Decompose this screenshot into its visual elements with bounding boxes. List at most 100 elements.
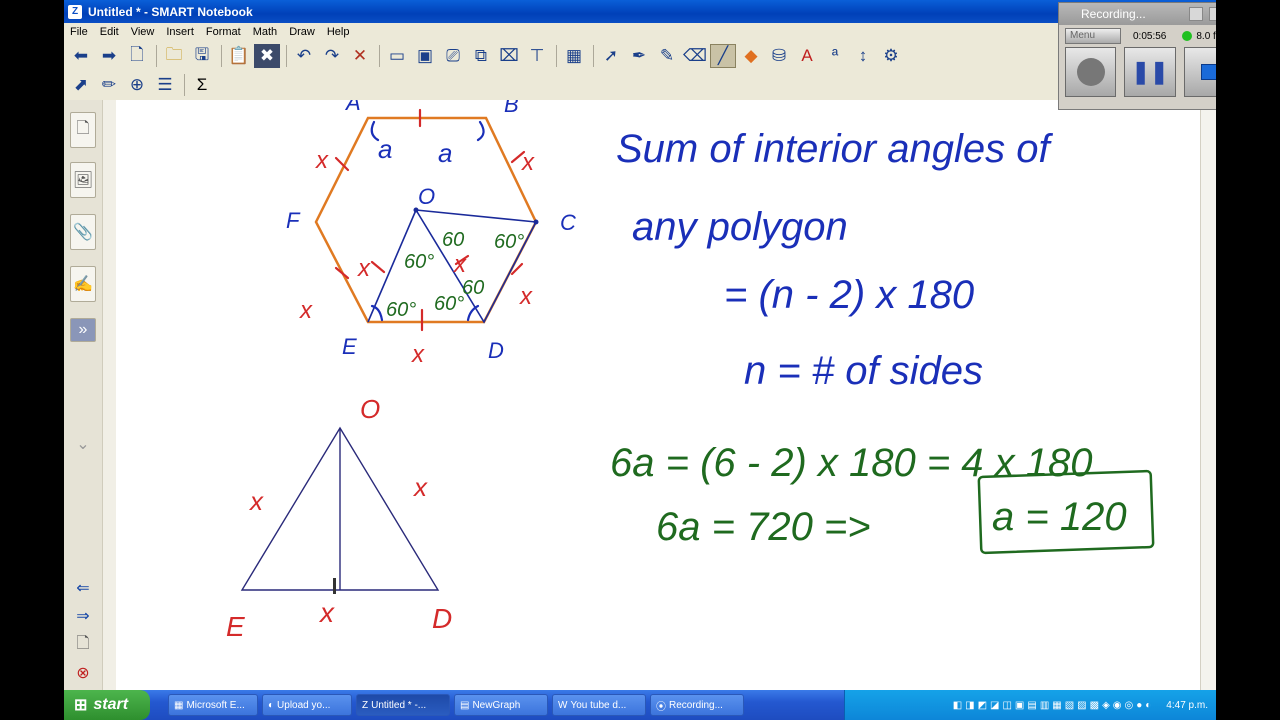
magic-pen-icon[interactable]: ⬈ [68,73,94,97]
triangle-side-x-right: x [412,472,428,502]
properties-icon[interactable]: ª [822,44,848,68]
extensions-icon[interactable]: ⊤ [524,44,550,68]
pause-button[interactable]: ❚❚ [1124,47,1176,97]
taskbar: ⊞ start ▦ Microsoft E... ◐ Upload yo... Z Un… [64,690,1216,720]
menu-view[interactable]: View [125,26,161,38]
recorder-menu-button[interactable]: Menu [1065,28,1121,44]
menu-format[interactable]: Format [200,26,247,38]
menu-help[interactable]: Help [321,26,356,38]
excel-icon: ▦ [174,699,184,711]
document-camera-icon[interactable]: ⌧ [496,44,522,68]
windows-flag-icon: ⊞ [74,697,88,714]
minimize-button[interactable] [1189,7,1203,21]
whiteboard-canvas[interactable]: A B F C O E D a a x x x x x x x 60 60° 6… [116,100,1216,690]
task-microsoft-excel[interactable]: ▦ Microsoft E... [168,694,258,716]
task-upload[interactable]: ◐ Upload yo... [262,694,352,716]
vertex-point-c [533,219,539,225]
creative-pen-icon[interactable]: ✎ [654,44,680,68]
angle-60-d: 60 [462,277,484,299]
forward-arrow-icon[interactable]: ➡ [96,44,122,68]
smart-notebook-icon: Z [68,4,82,19]
task-newgraph[interactable]: ▤ NewGraph [454,694,548,716]
full-screen-icon[interactable]: ▣ [412,44,438,68]
start-button[interactable]: ⊞ start [64,690,150,720]
add-page-icon[interactable]: 🗋 [124,44,150,68]
sidebar-delete-page[interactable]: ⊗ [70,662,96,684]
open-folder-icon[interactable]: 🗀 [161,44,187,68]
chevron-down-icon: ⌄ [76,436,90,453]
properties-tab[interactable]: ✍ [70,266,96,302]
angle-60-o-bottom: 60° [434,293,464,315]
undo-icon[interactable]: ↶ [291,44,317,68]
table-tools-icon[interactable]: ☰ [152,73,178,97]
tick-mark [370,260,386,274]
canvas-scrollbar[interactable] [1200,100,1216,690]
recorder-window: Recording... Menu 0:05:56 8.0 fps ❚❚ [1058,2,1216,110]
delete-icon[interactable]: ✕ [347,44,373,68]
sidebar-back[interactable]: ⇐ [70,578,96,598]
side-x-od: x [453,251,467,278]
tray-icons[interactable]: ◧◨◩◪◫▣▤▥▦▧▨▩◈◉◎●◐ [953,700,1155,711]
toolbar-separator [556,45,557,67]
screen-shade-icon[interactable]: ▭ [384,44,410,68]
sigma-icon[interactable]: Σ [189,73,215,97]
angle-60-e: 60° [386,299,416,321]
fill-icon[interactable]: ⛁ [766,44,792,68]
answer-text: a = 120 [992,495,1127,539]
line-icon[interactable]: ╱ [710,44,736,68]
hexagon-shape [314,116,538,324]
attachments-tab[interactable]: 📎 [70,214,96,250]
sidebar-add-page[interactable]: 🗋 [70,634,96,656]
dual-display-icon[interactable]: ⧉ [468,44,494,68]
extensions-tool-icon[interactable]: ⚙ [878,44,904,68]
eraser-icon[interactable]: ⌫ [682,44,708,68]
paste-icon[interactable]: 📋 [226,44,252,68]
forward-arrow-icon: ⇒ [76,608,90,625]
recorder-fps: 8.0 fps [1196,30,1216,42]
task-recording[interactable]: ⦿ Recording... [650,694,744,716]
menu-file[interactable]: File [64,26,94,38]
sidebar-forward[interactable]: ⇒ [70,606,96,626]
angle-60-c: 60° [494,231,524,253]
menu-math[interactable]: Math [247,26,283,38]
text-icon[interactable]: A [794,44,820,68]
shapes-icon[interactable]: ◆ [738,44,764,68]
redo-icon[interactable]: ↷ [319,44,345,68]
recorder-controls: ❚❚ [1059,47,1216,97]
table-icon[interactable]: ▦ [561,44,587,68]
back-arrow-icon[interactable]: ⬅ [68,44,94,68]
side-x-cd: x [519,283,533,310]
save-icon[interactable]: 🖫 [189,44,215,68]
task-untitled-notebook[interactable]: Z Untitled * -... [356,694,450,716]
menu-insert[interactable]: Insert [160,26,200,38]
delete-page-icon[interactable]: ✖ [254,44,280,68]
recorder-icon: ⦿ [656,701,666,713]
angle-arc-b [476,120,485,142]
text-cursor-icon [333,578,336,594]
page-icon: 🗋 [76,119,90,137]
menu-draw[interactable]: Draw [283,26,321,38]
measurement-icon[interactable]: ⊕ [124,73,150,97]
maximize-button[interactable] [1209,7,1216,21]
menu-edit[interactable]: Edit [94,26,125,38]
triangle-side-x-base: x [318,597,335,628]
record-button[interactable] [1065,47,1117,97]
sidebar-expand[interactable]: ⌄ [70,434,96,454]
gallery-tab[interactable]: 🖼 [70,162,96,198]
page-sorter-tab[interactable]: 🗋 [70,112,96,148]
stop-button[interactable] [1183,47,1216,97]
task-youtube-doc[interactable]: W You tube d... [552,694,646,716]
label-b: B [504,100,519,117]
sidebar-scrollbar[interactable] [102,100,116,690]
task-label: Recording... [669,699,723,711]
toolbar-separator [221,45,222,67]
move-toolbar-icon[interactable]: ↕ [850,44,876,68]
select-icon[interactable]: ➚ [598,44,624,68]
pause-icon: ❚❚ [1131,59,1169,84]
pen-icon[interactable]: ✒ [626,44,652,68]
capture-icon[interactable]: ⎚ [440,44,466,68]
shape-recognition-icon[interactable]: ✏ [96,73,122,97]
label-o: O [418,184,435,209]
collapse-tab[interactable]: » [70,318,96,342]
double-chevron-right-icon: » [78,321,88,338]
